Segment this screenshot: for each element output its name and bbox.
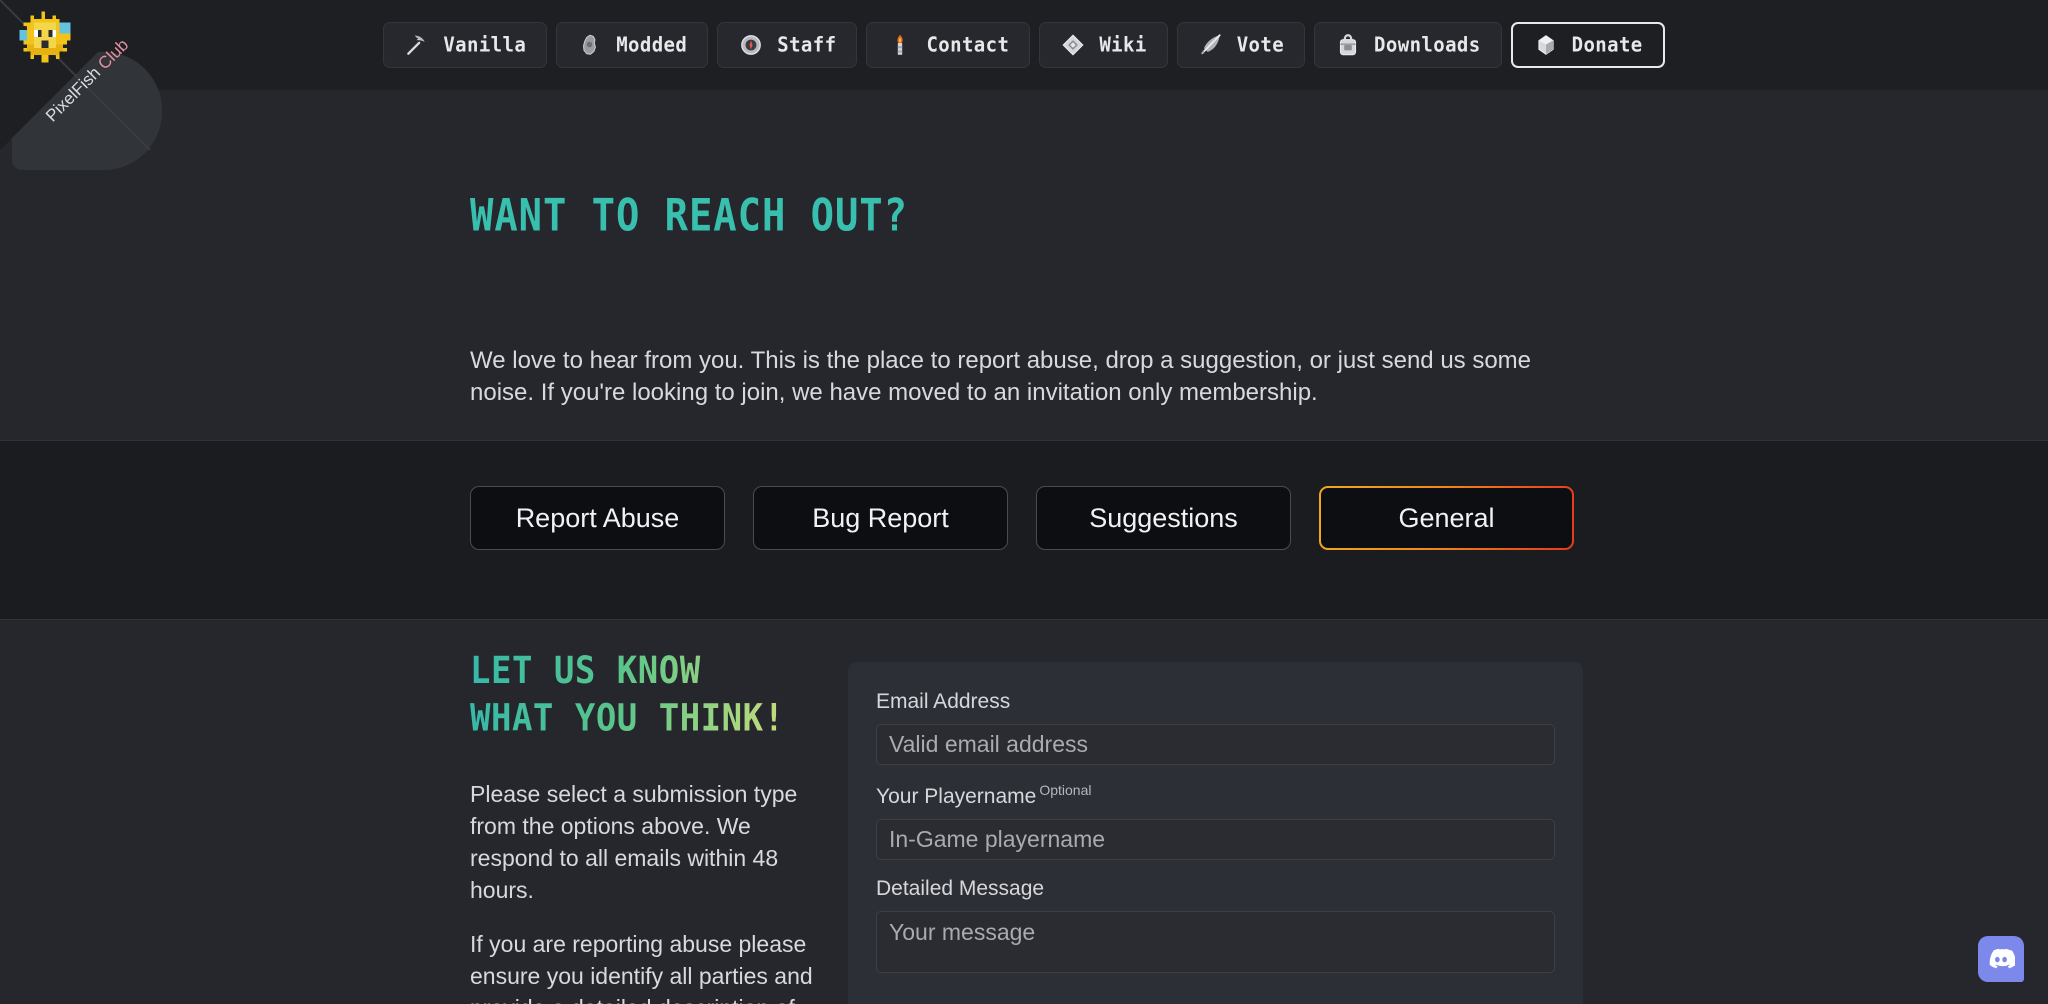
category-label: Report Abuse bbox=[516, 503, 680, 534]
contact-form-section: LET US KNOW WHAT YOU THINK! Please selec… bbox=[0, 620, 2048, 1004]
contact-form-card: Email Address Valid email address Your P… bbox=[848, 662, 1583, 1004]
category-button-general[interactable]: General bbox=[1319, 486, 1574, 550]
nav-label: Wiki bbox=[1099, 33, 1146, 56]
nav-item-vanilla[interactable]: Vanilla bbox=[383, 22, 547, 68]
form-section-title: LET US KNOW WHAT YOU THINK! bbox=[470, 648, 800, 743]
email-placeholder: Valid email address bbox=[889, 731, 1088, 758]
message-field[interactable]: Your message bbox=[876, 911, 1555, 973]
category-button-bug-report[interactable]: Bug Report bbox=[753, 486, 1008, 550]
category-button-suggestions[interactable]: Suggestions bbox=[1036, 486, 1291, 550]
playername-field-label: Your PlayernameOptional bbox=[876, 782, 1555, 809]
nav-label: Vanilla bbox=[443, 33, 526, 56]
main-navigation: Vanilla Modded Staff bbox=[0, 0, 2048, 90]
message-placeholder: Your message bbox=[889, 919, 1035, 946]
compass-icon bbox=[738, 32, 764, 58]
backpack-icon bbox=[1335, 32, 1361, 58]
form-copy-paragraph-1: Please select a submission type from the… bbox=[470, 778, 820, 906]
category-label: Bug Report bbox=[812, 503, 949, 534]
category-label: Suggestions bbox=[1089, 503, 1238, 534]
nav-item-modded[interactable]: Modded bbox=[556, 22, 708, 68]
nav-item-wiki[interactable]: Wiki bbox=[1039, 22, 1167, 68]
nav-label: Vote bbox=[1237, 33, 1284, 56]
message-field-label: Detailed Message bbox=[876, 877, 1555, 901]
nav-item-donate[interactable]: Donate bbox=[1511, 22, 1665, 68]
torch-icon bbox=[887, 32, 913, 58]
nav-label: Contact bbox=[926, 33, 1009, 56]
pickaxe-icon bbox=[404, 32, 430, 58]
hero-section: WANT TO REACH OUT? We love to hear from … bbox=[0, 90, 2048, 440]
playername-field[interactable]: In-Game playername bbox=[876, 819, 1555, 860]
email-label-text: Email Address bbox=[876, 690, 1010, 713]
hero-description: We love to hear from you. This is the pl… bbox=[470, 345, 1535, 409]
email-field-label: Email Address bbox=[876, 690, 1555, 714]
form-section-copy: Please select a submission type from the… bbox=[470, 778, 820, 1004]
page-root: Vanilla Modded Staff bbox=[0, 0, 2048, 1004]
playername-optional-tag: Optional bbox=[1039, 782, 1091, 798]
nav-label: Donate bbox=[1572, 33, 1643, 56]
nav-item-staff[interactable]: Staff bbox=[717, 22, 857, 68]
book-icon bbox=[1060, 32, 1086, 58]
playername-label-text: Your Playername bbox=[876, 785, 1036, 808]
site-header: Vanilla Modded Staff bbox=[0, 0, 2048, 90]
nav-item-vote[interactable]: Vote bbox=[1177, 22, 1305, 68]
discord-chat-button[interactable] bbox=[1978, 936, 2024, 982]
submission-type-section: Report Abuse Bug Report Suggestions Gene… bbox=[0, 440, 2048, 620]
diamond-icon bbox=[1533, 32, 1559, 58]
nav-label: Modded bbox=[616, 33, 687, 56]
nav-label: Downloads bbox=[1374, 33, 1481, 56]
submission-type-group: Report Abuse Bug Report Suggestions Gene… bbox=[470, 486, 1574, 550]
feather-quill-icon bbox=[1198, 32, 1224, 58]
category-button-report-abuse[interactable]: Report Abuse bbox=[470, 486, 725, 550]
form-copy-paragraph-2: If you are reporting abuse please ensure… bbox=[470, 928, 820, 1004]
page-title: WANT TO REACH OUT? bbox=[470, 190, 908, 242]
playername-placeholder: In-Game playername bbox=[889, 826, 1105, 853]
email-field[interactable]: Valid email address bbox=[876, 724, 1555, 765]
nav-label: Staff bbox=[777, 33, 836, 56]
gear-cog-icon bbox=[577, 32, 603, 58]
nav-item-downloads[interactable]: Downloads bbox=[1314, 22, 1502, 68]
category-label: General bbox=[1398, 503, 1494, 534]
nav-item-contact[interactable]: Contact bbox=[866, 22, 1030, 68]
message-label-text: Detailed Message bbox=[876, 877, 1044, 900]
discord-icon bbox=[1987, 945, 2015, 973]
